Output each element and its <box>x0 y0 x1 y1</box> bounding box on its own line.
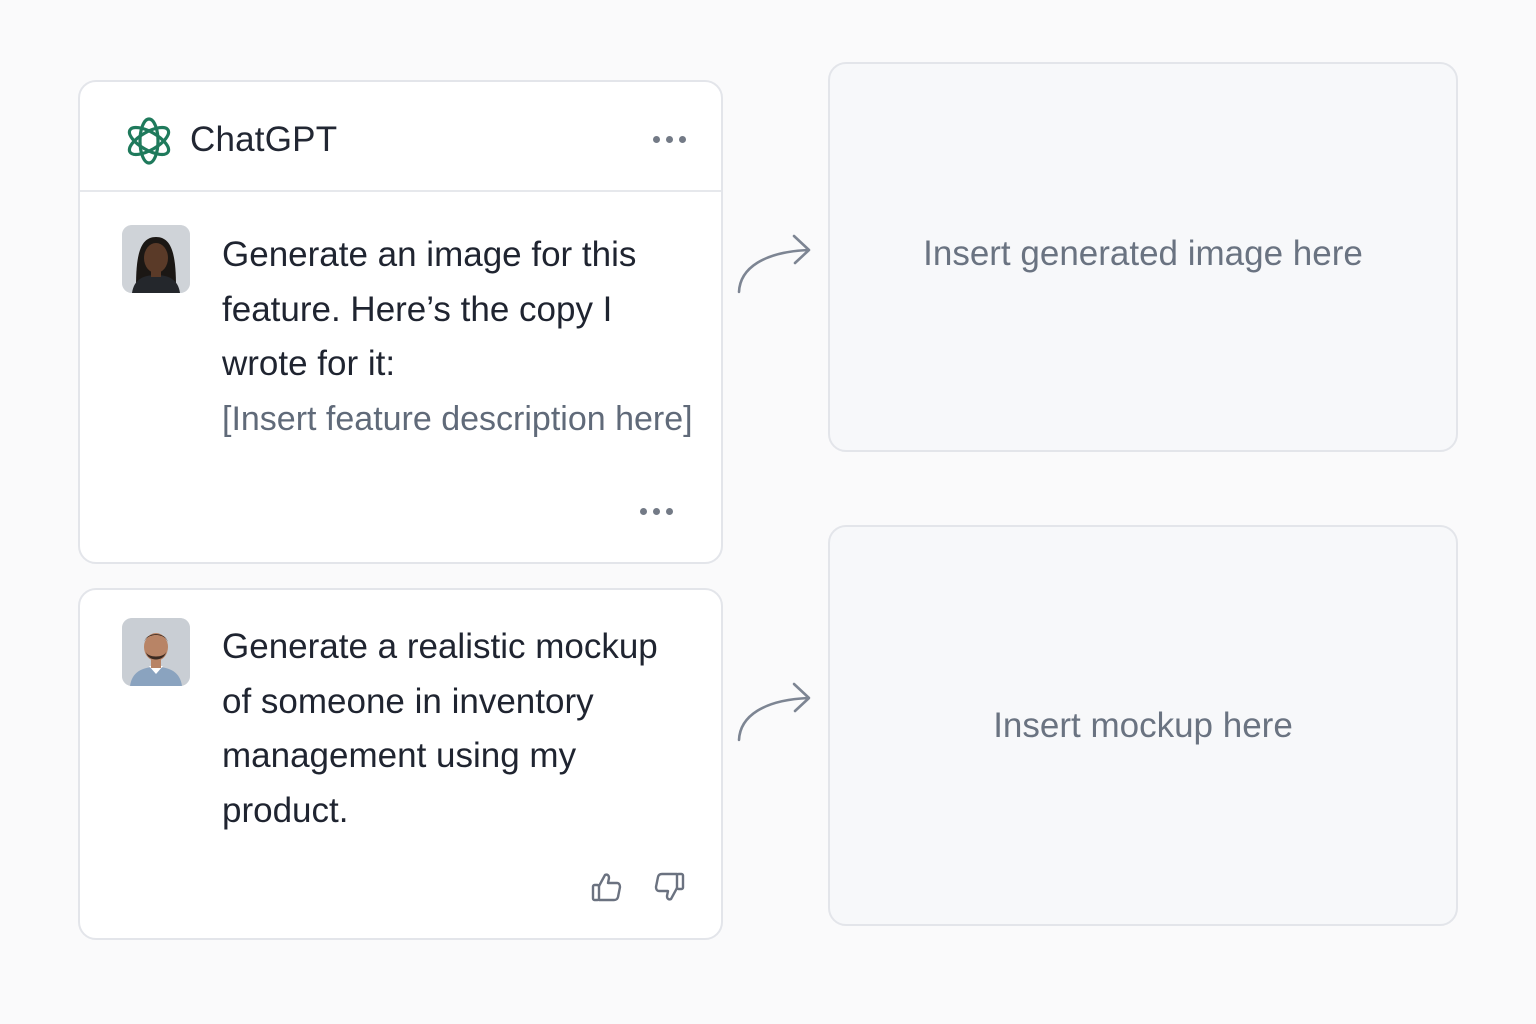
chat-card-feature-image: ChatGPT Generate an image for this featu… <box>78 80 723 564</box>
mockup-placeholder-box: Insert mockup here <box>828 525 1458 926</box>
app-title: ChatGPT <box>190 120 338 159</box>
message-more-options-icon[interactable] <box>640 508 673 515</box>
chat-card-mockup: Generate a realistic mockup of someone i… <box>78 588 723 940</box>
user-avatar-woman <box>122 225 190 293</box>
message-text: Generate a realistic mockup of someone i… <box>222 627 658 830</box>
mockup-placeholder-text: Insert mockup here <box>993 705 1293 745</box>
openai-logo-icon <box>127 117 171 165</box>
header-more-options-icon[interactable] <box>653 136 686 143</box>
curved-arrow-icon <box>737 682 811 742</box>
message-text: Generate an image for this feature. Here… <box>222 235 637 383</box>
user-avatar-man <box>122 618 190 686</box>
generated-image-placeholder-box: Insert generated image here <box>828 62 1458 452</box>
chat-header: ChatGPT <box>80 82 721 192</box>
thumbs-up-icon[interactable] <box>590 870 624 904</box>
generated-image-placeholder-text: Insert generated image here <box>923 234 1363 273</box>
feature-description-placeholder: [Insert feature description here] <box>222 400 693 438</box>
curved-arrow-icon <box>737 234 811 294</box>
thumbs-down-icon[interactable] <box>652 870 686 904</box>
